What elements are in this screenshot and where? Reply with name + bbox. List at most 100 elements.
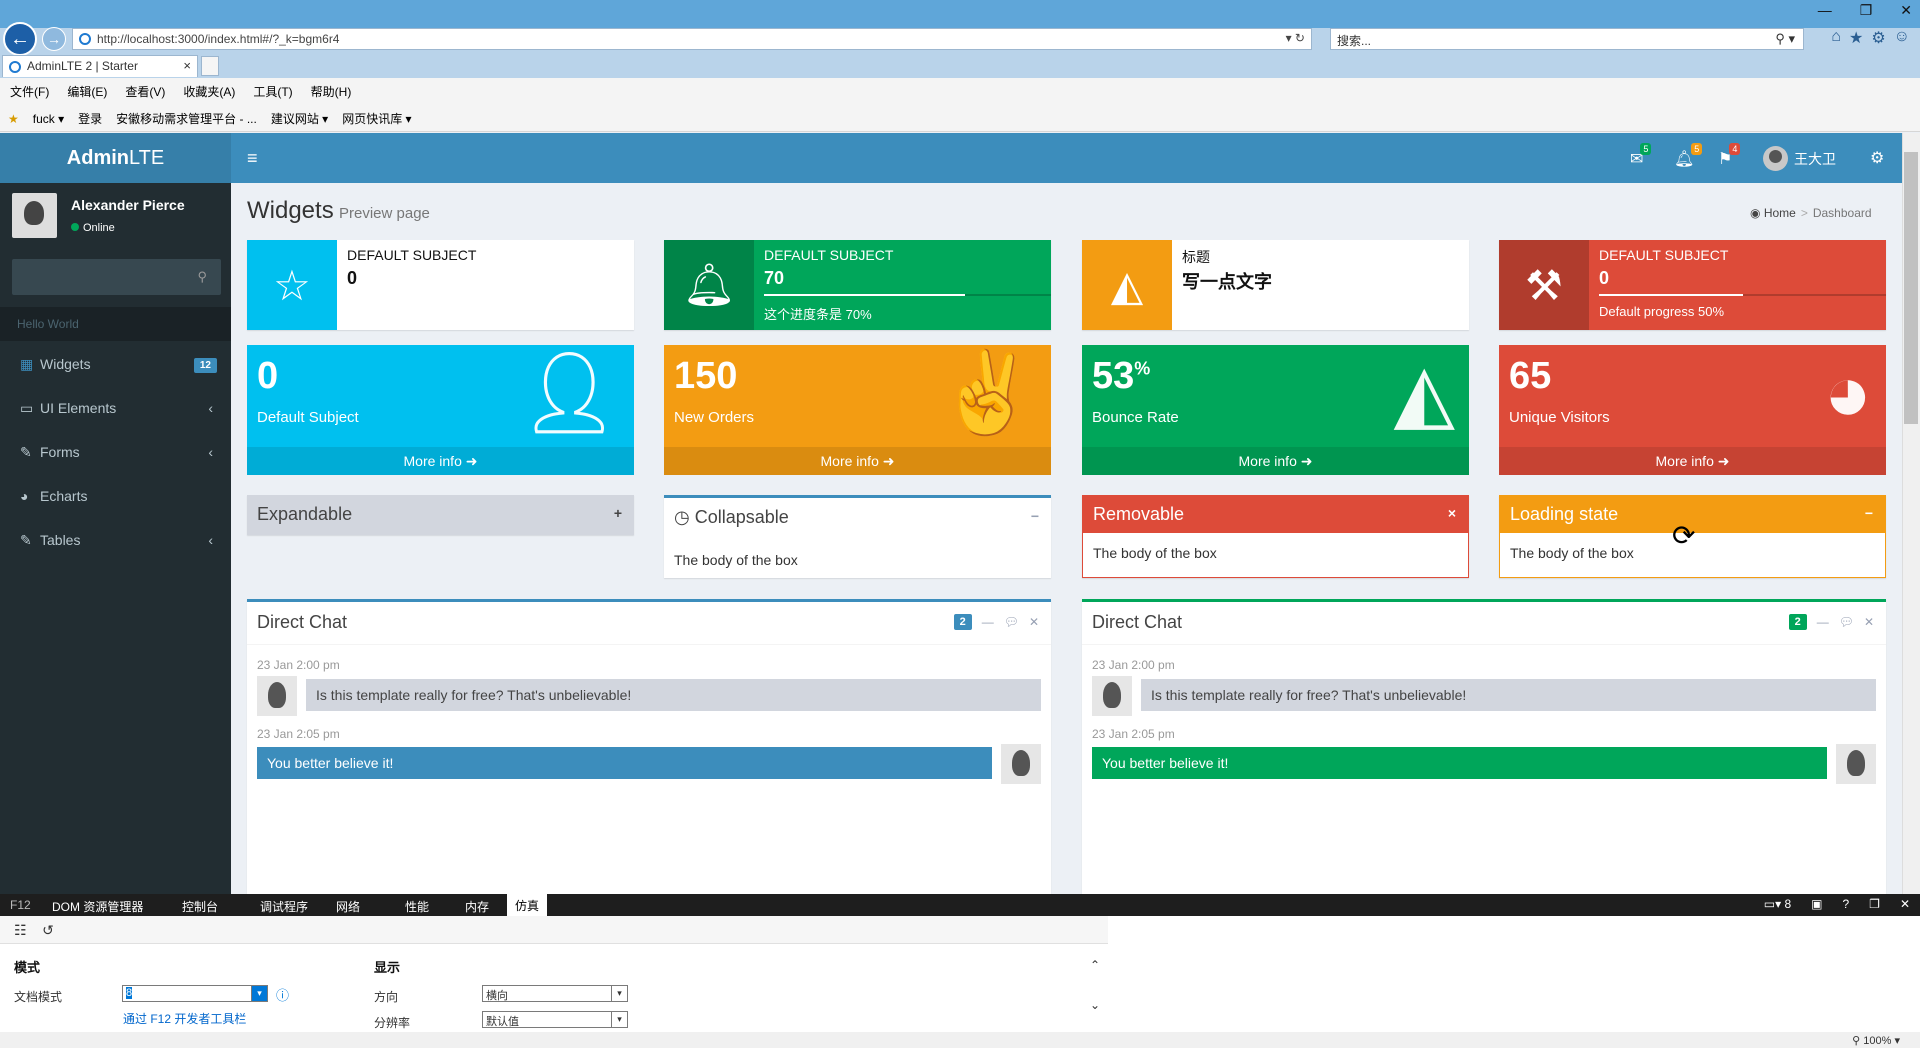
zoom-level[interactable]: ⚲ 100% ▾ [1852, 1034, 1900, 1047]
notifications-badge: 5 [1691, 143, 1703, 155]
browser-search-input[interactable]: 搜索... ⚲ ▾ [1330, 28, 1804, 50]
sidebar-item-ui-elements[interactable]: ▭ UI Elements ‹ [0, 387, 231, 431]
address-bar[interactable]: http://localhost:3000/index.html#/?_k=bg… [72, 28, 1312, 50]
menu-edit[interactable]: 编辑(E) [57, 78, 115, 100]
scroll-down-icon[interactable]: ⌄ [1090, 998, 1100, 1012]
settings-icon[interactable]: ☷ [14, 922, 27, 938]
help-icon[interactable]: ? [1842, 897, 1849, 911]
chat-message: Is this template really for free? That's… [1141, 679, 1876, 711]
menu-favorites[interactable]: 收藏夹(A) [173, 78, 243, 100]
expand-plus-icon[interactable]: + [614, 505, 622, 521]
refresh-icon[interactable]: ▾ ↻ [1286, 31, 1305, 45]
collapse-minus-icon[interactable]: — [982, 615, 994, 629]
smiley-icon[interactable]: ☺ [1894, 28, 1910, 48]
sidebar-item-tables[interactable]: ✎ Tables ‹ [0, 519, 231, 563]
remove-times-icon[interactable]: × [1448, 505, 1456, 521]
add-favorite-icon[interactable]: ★ [8, 112, 19, 126]
comments-icon[interactable]: 💬︎ [1839, 615, 1854, 629]
messages-icon[interactable]: ✉ 5 [1630, 143, 1652, 169]
progress-bar [1599, 294, 1886, 296]
logo[interactable]: AdminLTE [0, 133, 231, 183]
close-icon[interactable]: ✕ [1029, 615, 1039, 629]
tab-debugger[interactable]: 调试程序 [260, 898, 308, 915]
tab-close-icon[interactable]: × [183, 58, 191, 73]
tools-gear-icon[interactable]: ⚙ [1871, 28, 1885, 48]
reset-icon[interactable]: ↺ [42, 922, 54, 938]
sidebar-search-input[interactable]: ⚲ [12, 259, 221, 295]
fav-folder-fuck[interactable]: fuck ▾ [33, 112, 64, 126]
devtools-tabbar: F12 DOM 资源管理器 控制台 调试程序 网络 性能 内存 仿真 [0, 894, 1920, 916]
close-icon[interactable]: ✕ [1900, 897, 1910, 911]
restore-icon[interactable]: ❐ [1860, 2, 1873, 19]
control-sidebar-gears-icon[interactable]: ⚙ [1870, 148, 1884, 168]
collapse-minus-icon[interactable]: − [1031, 508, 1039, 524]
box-collapsable: ◷ Collapsable − The body of the box [664, 495, 1051, 578]
breadcrumb-home[interactable]: Home [1764, 206, 1796, 220]
tasks-flag-icon[interactable]: ⚑ 4 [1718, 143, 1741, 169]
home-icon[interactable]: ⌂ [1831, 28, 1841, 48]
device-icon[interactable]: ▭▾ 8 [1764, 897, 1791, 911]
doc-mode-select[interactable]: 8 ▾ [122, 985, 268, 1002]
search-icon[interactable]: ⚲ [197, 269, 207, 285]
area-chart-icon: ◭ [1393, 348, 1455, 437]
resolution-label: 分辨率 [374, 1016, 411, 1030]
tab-dom-explorer[interactable]: DOM 资源管理器 [52, 898, 143, 915]
sidebar-item-echarts[interactable]: ◕ Echarts [0, 475, 231, 519]
sidebar-user-name: Alexander Pierce [71, 197, 185, 213]
search-icon[interactable]: ⚲ ▾ [1775, 31, 1795, 47]
tab-network[interactable]: 网络 [336, 898, 360, 915]
tab-performance[interactable]: 性能 [405, 898, 429, 915]
menu-file[interactable]: 文件(F) [0, 78, 57, 100]
minimize-icon[interactable]: — [1818, 2, 1832, 19]
close-icon[interactable]: ✕ [1900, 2, 1912, 19]
fav-demand-platform[interactable]: 安徽移动需求管理平台 - ... [116, 112, 257, 126]
ie-page-icon [9, 61, 21, 73]
doc-mode-note: 通过 F12 开发者工具栏 [123, 1012, 247, 1026]
tab-emulation[interactable]: 仿真 [507, 894, 548, 916]
box-loading-state: Loading state − The body of the box ⟳ [1499, 495, 1886, 578]
fav-suggested-sites[interactable]: 建议网站 ▾ [271, 112, 328, 126]
info-box: ☆ DEFAULT SUBJECT 0 [247, 240, 634, 330]
scrollbar-thumb[interactable] [1904, 152, 1918, 424]
direct-chat: Direct Chat 2 — 💬︎ ✕ 23 Jan 2:00 pm Is t… [247, 599, 1051, 899]
refresh-spinner-icon: ⟳ [1672, 520, 1696, 551]
fav-login[interactable]: 登录 [78, 112, 102, 126]
tab-memory[interactable]: 内存 [465, 898, 489, 915]
more-info-link[interactable]: More info ➜ [1499, 447, 1886, 475]
sidebar-item-widgets[interactable]: ▦ Widgets 12 [0, 343, 231, 387]
sidebar-item-forms[interactable]: ✎ Forms ‹ [0, 431, 231, 475]
browser-tab[interactable]: AdminLTE 2 | Starter × [2, 55, 198, 77]
collapse-minus-icon[interactable]: − [1865, 505, 1873, 521]
back-button[interactable]: ← [3, 22, 37, 56]
favorites-star-icon[interactable]: ★ [1849, 28, 1863, 48]
forward-button[interactable]: → [42, 27, 66, 51]
orientation-select[interactable]: 横向 ▾ [482, 985, 628, 1002]
menu-view[interactable]: 查看(V) [115, 78, 173, 100]
undock-icon[interactable]: ❐ [1869, 897, 1880, 911]
more-info-link[interactable]: More info ➜ [664, 447, 1051, 475]
more-info-link[interactable]: More info ➜ [247, 447, 634, 475]
info-icon[interactable]: ⓘ [276, 985, 289, 1004]
scroll-up-icon[interactable]: ⌃ [1090, 958, 1100, 972]
close-icon[interactable]: ✕ [1864, 615, 1874, 629]
new-tab-button[interactable] [201, 56, 219, 76]
sidebar-toggle-icon[interactable]: ≡ [247, 148, 258, 169]
tab-console[interactable]: 控制台 [182, 898, 218, 915]
more-info-link[interactable]: More info ➜ [1082, 447, 1469, 475]
notifications-bell-icon[interactable]: 🔔︎ 5 [1674, 143, 1703, 169]
fav-web-slices[interactable]: 网页快讯库 ▾ [342, 112, 411, 126]
display-header: 显示 [374, 960, 401, 975]
small-box: 0 Default Subject 👤︎ More info ➜ [247, 345, 634, 475]
tasks-badge: 4 [1729, 143, 1741, 155]
user-menu[interactable]: 王大卫 [1763, 146, 1836, 171]
menu-tools[interactable]: 工具(T) [243, 78, 300, 100]
url-text: http://localhost:3000/index.html#/?_k=bg… [97, 32, 340, 46]
console-icon[interactable]: ▣ [1811, 897, 1822, 911]
comments-icon[interactable]: 💬︎ [1004, 615, 1019, 629]
collapse-minus-icon[interactable]: — [1817, 615, 1829, 629]
widgets-badge: 12 [193, 358, 217, 373]
menu-help[interactable]: 帮助(H) [301, 78, 360, 100]
resolution-select[interactable]: 默认值 ▾ [482, 1011, 628, 1028]
mode-header: 模式 [14, 960, 41, 975]
pie-chart-icon: ◕ [1823, 348, 1872, 437]
